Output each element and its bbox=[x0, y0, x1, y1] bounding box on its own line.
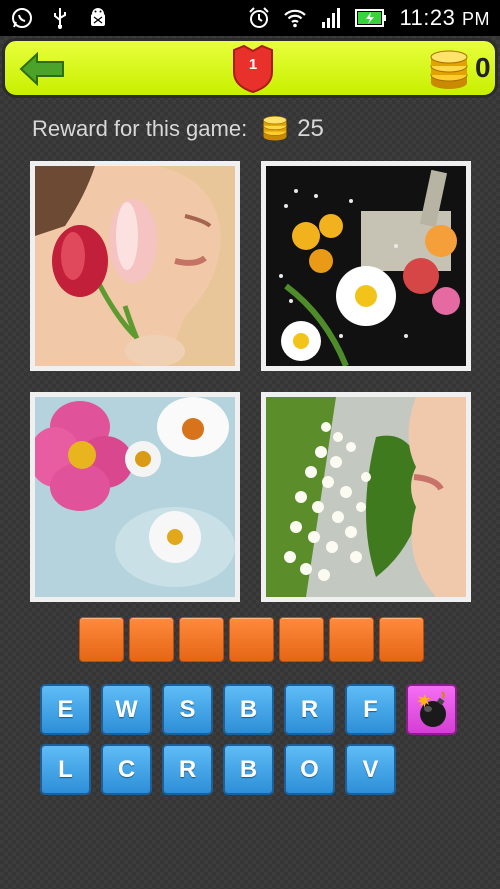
status-bar: 11:23 PM bbox=[0, 0, 500, 36]
clue-photo-1[interactable] bbox=[30, 161, 240, 371]
game-header-bar: 1 0 bbox=[2, 38, 498, 98]
clue-photo-4[interactable] bbox=[261, 392, 471, 602]
whatsapp-icon bbox=[10, 6, 34, 30]
letter-key[interactable]: B bbox=[223, 684, 274, 735]
wifi-icon bbox=[283, 6, 307, 30]
answer-slot[interactable] bbox=[179, 617, 224, 662]
letter-key[interactable]: C bbox=[101, 744, 152, 795]
signal-icon bbox=[319, 6, 343, 30]
letter-key[interactable]: B bbox=[223, 744, 274, 795]
letter-key[interactable]: R bbox=[284, 684, 335, 735]
battery-charging-icon bbox=[355, 6, 387, 30]
answer-slot[interactable] bbox=[229, 617, 274, 662]
reward-label: Reward for this game: bbox=[32, 116, 248, 141]
flowers-on-water-image bbox=[35, 397, 235, 597]
answer-slot[interactable] bbox=[279, 617, 324, 662]
clue-photo-3[interactable] bbox=[30, 392, 240, 602]
answer-slot[interactable] bbox=[79, 617, 124, 662]
letter-key[interactable]: S bbox=[162, 684, 213, 735]
bouquet-image bbox=[266, 166, 466, 366]
reward-value: 25 bbox=[297, 115, 324, 142]
answer-slots bbox=[79, 617, 424, 662]
letter-key[interactable]: F bbox=[345, 684, 396, 735]
clock-time: 11:23 PM bbox=[399, 5, 490, 30]
answer-slot[interactable] bbox=[129, 617, 174, 662]
letter-key[interactable]: W bbox=[101, 684, 152, 735]
lily-of-the-valley-image bbox=[266, 397, 466, 597]
letter-key[interactable]: V bbox=[345, 744, 396, 795]
letter-row-1: E W S B R F bbox=[40, 684, 457, 735]
alarm-icon bbox=[247, 6, 271, 30]
coins-stack-icon bbox=[427, 47, 471, 91]
answer-slot[interactable] bbox=[329, 617, 374, 662]
reward-coins-icon bbox=[261, 115, 289, 143]
letter-key[interactable]: R bbox=[162, 744, 213, 795]
coins-count: 0 bbox=[475, 52, 491, 83]
answer-slot[interactable] bbox=[379, 617, 424, 662]
clue-photo-2[interactable] bbox=[261, 161, 471, 371]
usb-icon bbox=[48, 6, 72, 30]
letter-key[interactable]: E bbox=[40, 684, 91, 735]
reward-row: Reward for this game: 25 bbox=[32, 112, 324, 146]
level-badge: 1 bbox=[230, 44, 276, 94]
woman-tulips-image bbox=[35, 166, 235, 366]
bomb-icon bbox=[416, 690, 446, 727]
android-debug-icon bbox=[86, 6, 110, 30]
level-number: 1 bbox=[248, 56, 258, 73]
letter-key[interactable]: O bbox=[284, 744, 335, 795]
letter-row-2: L C R B O V bbox=[40, 744, 396, 795]
letter-key[interactable]: L bbox=[40, 744, 91, 795]
bomb-hint-button[interactable] bbox=[406, 684, 457, 735]
back-arrow-button[interactable] bbox=[19, 51, 67, 87]
back-arrow-icon bbox=[19, 51, 64, 87]
